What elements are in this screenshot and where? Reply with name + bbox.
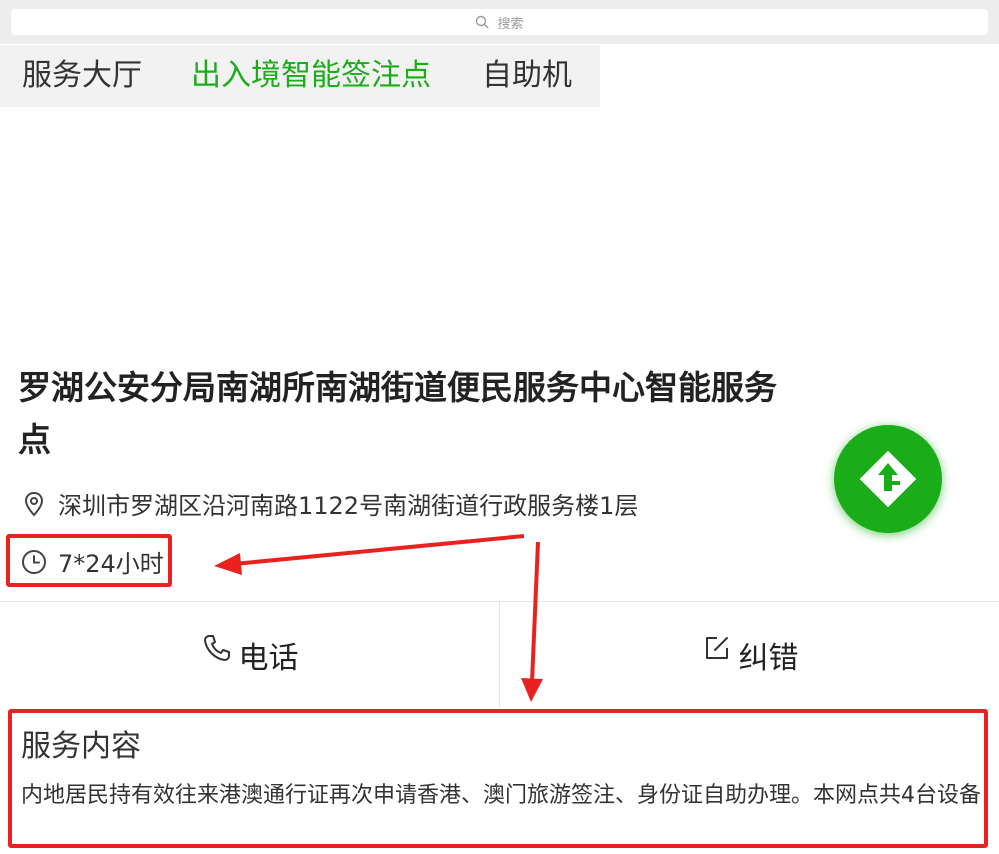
phone-icon <box>203 635 230 661</box>
hours-highlight-box <box>6 534 172 587</box>
tab-smart-endorsement[interactable]: 出入境智能签注点 <box>191 57 431 95</box>
location-pin-icon <box>24 491 44 516</box>
navigate-icon <box>859 450 917 508</box>
call-label: 电话 <box>238 641 299 676</box>
navigate-button[interactable] <box>834 425 942 533</box>
arrow-to-hours <box>233 534 525 566</box>
search-bar: 搜索 <box>0 0 999 44</box>
tab-self-service-machine[interactable]: 自助机 <box>482 57 572 95</box>
address-row: 深圳市罗湖区沿河南路1122号南湖街道行政服务楼1层 <box>20 486 638 521</box>
tab-service-hall[interactable]: 服务大厅 <box>22 57 142 95</box>
address-text: 深圳市罗湖区沿河南路1122号南湖街道行政服务楼1层 <box>58 492 639 520</box>
service-highlight-box <box>8 709 988 848</box>
action-bar: 电话 纠错 <box>0 601 999 709</box>
correction-label: 纠错 <box>738 641 799 676</box>
search-icon <box>476 15 489 29</box>
category-tabs: 服务大厅 出入境智能签注点 自助机 <box>0 45 600 107</box>
search-placeholder: 搜索 <box>497 16 524 32</box>
search-input[interactable]: 搜索 <box>11 9 988 35</box>
edit-icon <box>705 637 728 659</box>
correction-button[interactable]: 纠错 <box>500 602 999 708</box>
place-title: 罗湖公安分局南湖所南湖街道便民服务中心智能服务点 <box>18 368 777 459</box>
call-button[interactable]: 电话 <box>0 602 499 708</box>
arrow-to-hours-head <box>214 553 242 575</box>
